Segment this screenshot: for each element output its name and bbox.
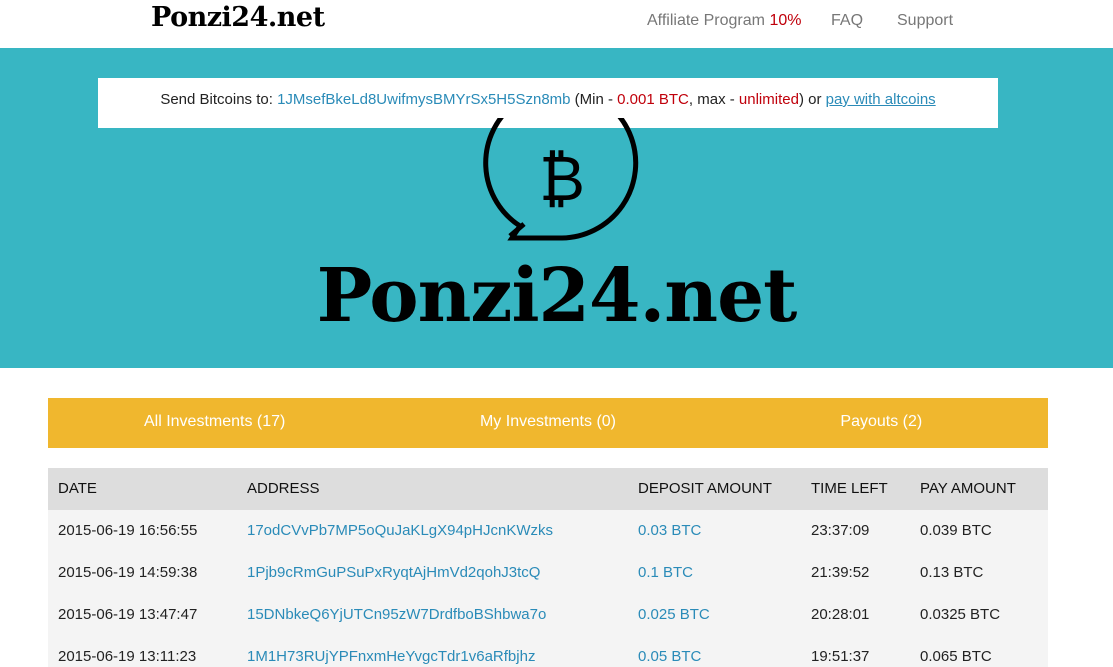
nav-faq[interactable]: FAQ	[831, 12, 863, 30]
header-date: DATE	[58, 480, 97, 497]
cell-deposit-link[interactable]: 0.03 BTC	[638, 510, 701, 552]
cell-address-link[interactable]: 17odCVvPb7MP5oQuJaKLgX94pHJcnKWzks	[247, 510, 553, 552]
table-row: 2015-06-19 13:11:23 1M1H73RUjYPFnxmHeYvg…	[48, 636, 1048, 667]
svg-text:₿: ₿	[539, 142, 585, 215]
tab-my-investments[interactable]: My Investments (0)	[381, 398, 714, 448]
header-deposit-amount: DEPOSIT AMOUNT	[638, 480, 772, 497]
bitcoin-speech-bubble-icon: ₿	[483, 118, 639, 241]
tab-all-investments[interactable]: All Investments (17)	[48, 398, 381, 448]
table-row: 2015-06-19 14:59:38 1Pjb9cRmGuPSuPxRyqtA…	[48, 552, 1048, 594]
investment-tabs: All Investments (17) My Investments (0) …	[48, 398, 1048, 448]
header-address: ADDRESS	[247, 480, 320, 497]
cell-time-left: 19:51:37	[811, 648, 870, 665]
max-label: , max -	[688, 91, 735, 108]
cell-pay-amount: 0.0325 BTC	[920, 606, 1001, 623]
cell-time-left: 23:37:09	[811, 522, 870, 539]
nav-affiliate-label: Affiliate Program	[647, 12, 765, 29]
table-row: 2015-06-19 16:56:55 17odCVvPb7MP5oQuJaKL…	[48, 510, 1048, 552]
cell-address-link[interactable]: 15DNbkeQ6YjUTCn95zW7DrdfboBShbwa7o	[247, 594, 546, 636]
nav-affiliate-percent: 10%	[769, 12, 802, 29]
min-open: (Min -	[574, 91, 613, 108]
table-row: 2015-06-19 13:47:47 15DNbkeQ6YjUTCn95zW7…	[48, 594, 1048, 636]
cell-time-left: 20:28:01	[811, 606, 870, 623]
cell-address-link[interactable]: 1M1H73RUjYPFnxmHeYvgcTdr1v6aRfbjhz	[247, 636, 535, 667]
investments-table: DATE ADDRESS DEPOSIT AMOUNT TIME LEFT PA…	[48, 468, 1048, 667]
cell-deposit-link[interactable]: 0.1 BTC	[638, 552, 693, 594]
min-value: 0.001 BTC	[617, 91, 689, 108]
cell-date: 2015-06-19 13:47:47	[58, 606, 198, 623]
cell-date: 2015-06-19 16:56:55	[58, 522, 198, 539]
deposit-address[interactable]: 1JMsefBkeLd8UwifmysBMYrSx5H5Szn8mb	[277, 91, 570, 108]
or-label: ) or	[798, 91, 822, 108]
hero-banner: Send Bitcoins to: 1JMsefBkeLd8UwifmysBMY…	[0, 48, 1113, 368]
max-value: unlimited	[738, 91, 799, 108]
header-time-left: TIME LEFT	[811, 480, 888, 497]
cell-address-link[interactable]: 1Pjb9cRmGuPSuPxRyqtAjHmVd2qohJ3tcQ	[247, 552, 540, 594]
cell-pay-amount: 0.065 BTC	[920, 648, 992, 665]
tab-payouts[interactable]: Payouts (2)	[715, 398, 1048, 448]
table-header: DATE ADDRESS DEPOSIT AMOUNT TIME LEFT PA…	[48, 468, 1048, 510]
cell-time-left: 21:39:52	[811, 564, 870, 581]
cell-deposit-link[interactable]: 0.05 BTC	[638, 636, 701, 667]
cell-date: 2015-06-19 14:59:38	[58, 564, 198, 581]
cell-pay-amount: 0.13 BTC	[920, 564, 984, 581]
top-navbar: Ponzi24.net Affiliate Program 10% FAQ Su…	[0, 0, 1113, 48]
cell-deposit-link[interactable]: 0.025 BTC	[638, 594, 710, 636]
hero-title: Ponzi24.net	[316, 253, 798, 339]
cell-pay-amount: 0.039 BTC	[920, 522, 992, 539]
nav-affiliate-program[interactable]: Affiliate Program 10%	[647, 12, 801, 30]
nav-support[interactable]: Support	[897, 12, 953, 30]
cell-date: 2015-06-19 13:11:23	[58, 648, 197, 665]
send-prefix: Send Bitcoins to:	[160, 91, 273, 108]
brand-logo[interactable]: Ponzi24.net	[151, 2, 325, 33]
header-pay-amount: PAY AMOUNT	[920, 480, 1016, 497]
pay-with-altcoins-link[interactable]: pay with altcoins	[826, 91, 936, 108]
